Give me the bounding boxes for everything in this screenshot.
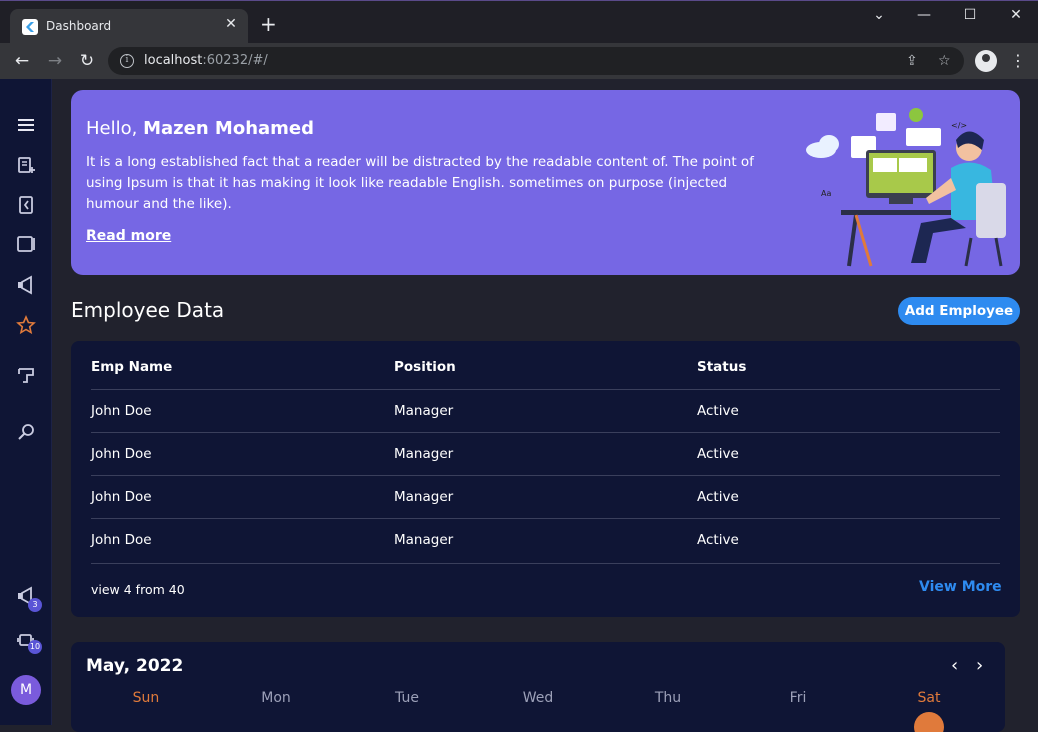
- back-arrow-icon[interactable]: ←: [12, 51, 32, 71]
- selected-day-marker[interactable]: [914, 712, 944, 732]
- star-icon[interactable]: [16, 315, 36, 335]
- next-month-icon[interactable]: ›: [976, 655, 983, 676]
- url-input[interactable]: i localhost:60232/#/ ⇪ ☆: [108, 47, 964, 75]
- profile-avatar-icon[interactable]: [975, 50, 997, 72]
- browser-menu-icon[interactable]: ⋮: [1010, 51, 1026, 70]
- browser-titlebar: Dashboard ✕ + ⌄ — ☐ ✕: [0, 0, 1038, 44]
- view-more-link[interactable]: View More: [919, 579, 1002, 595]
- megaphone-icon[interactable]: [16, 275, 36, 295]
- tab-search-icon[interactable]: ⌄: [856, 7, 902, 23]
- pagination-count: view 4 from 40: [91, 582, 185, 597]
- sidebar: 3 10 M: [0, 79, 52, 725]
- read-more-link[interactable]: Read more: [86, 228, 171, 244]
- cell-name: John Doe: [91, 489, 152, 505]
- cell-name: John Doe: [91, 403, 152, 419]
- close-window-button[interactable]: ✕: [993, 7, 1038, 23]
- cell-status: Active: [697, 403, 739, 419]
- cell-position: Manager: [394, 489, 454, 505]
- address-bar: ← → ↻ i localhost:60232/#/ ⇪ ☆ ⋮: [0, 43, 1038, 79]
- app-root: 3 10 M Hello, Mazen Mohamed It is a long…: [0, 79, 1038, 732]
- device-badge: 10: [28, 640, 42, 654]
- weekday-tue: Tue: [395, 690, 419, 706]
- greeting: Hello, Mazen Mohamed: [86, 118, 314, 139]
- layout-icon[interactable]: [16, 365, 36, 385]
- add-page-icon[interactable]: [16, 155, 36, 175]
- svg-text:</>: </>: [951, 121, 967, 130]
- weekday-fri: Fri: [789, 690, 807, 706]
- calendar: May, 2022 ‹ › Sun Mon Tue Wed Thu Fri Sa…: [71, 642, 1005, 732]
- menu-icon[interactable]: [16, 115, 36, 135]
- url-text: localhost:60232/#/: [144, 53, 268, 68]
- prev-month-icon[interactable]: ‹: [951, 655, 958, 676]
- cell-position: Manager: [394, 403, 454, 419]
- bookmark-star-icon[interactable]: ☆: [938, 53, 951, 69]
- cell-name: John Doe: [91, 446, 152, 462]
- reload-icon[interactable]: ↻: [77, 51, 97, 71]
- greeting-label: Hello,: [86, 118, 138, 139]
- weekday-sat: Sat: [917, 690, 941, 706]
- cell-position: Manager: [394, 446, 454, 462]
- table-row[interactable]: John Doe Manager Active: [91, 432, 1000, 475]
- flutter-icon: [22, 19, 38, 35]
- forward-arrow-icon[interactable]: →: [45, 51, 65, 71]
- book-icon[interactable]: [16, 195, 36, 215]
- cell-status: Active: [697, 532, 739, 548]
- cell-status: Active: [697, 489, 739, 505]
- table-row[interactable]: John Doe Manager Active: [91, 389, 1000, 432]
- weekday-wed: Wed: [522, 690, 554, 706]
- employee-section-title: Employee Data: [71, 298, 225, 322]
- table-row[interactable]: John Doe Manager Active: [91, 475, 1000, 518]
- calendar-month-title: May, 2022: [86, 656, 184, 676]
- new-tab-button[interactable]: +: [260, 14, 277, 34]
- table-row[interactable]: John Doe Manager Active: [91, 518, 1000, 561]
- cell-status: Active: [697, 446, 739, 462]
- tablet-icon[interactable]: [16, 234, 36, 254]
- user-avatar[interactable]: M: [11, 675, 41, 705]
- maximize-button[interactable]: ☐: [947, 7, 993, 23]
- weekday-mon: Mon: [261, 690, 291, 706]
- header-emp-name: Emp Name: [91, 359, 173, 375]
- header-position: Position: [394, 359, 456, 375]
- tab-title: Dashboard: [46, 19, 112, 33]
- browser-tab[interactable]: Dashboard ✕: [10, 9, 248, 44]
- developer-illustration: </> Aa: [806, 108, 1006, 267]
- share-icon[interactable]: ⇪: [906, 53, 918, 69]
- cell-name: John Doe: [91, 532, 152, 548]
- banner-text: It is a long established fact that a rea…: [86, 154, 754, 212]
- close-tab-icon[interactable]: ✕: [222, 16, 240, 32]
- user-name: Mazen Mohamed: [143, 118, 315, 139]
- add-employee-button[interactable]: Add Employee: [898, 297, 1020, 325]
- weekday-thu: Thu: [654, 690, 682, 706]
- notification-badge: 3: [28, 598, 42, 612]
- employee-table: Emp Name Position Status John Doe Manage…: [71, 341, 1020, 617]
- weekday-sun: Sun: [132, 690, 160, 706]
- table-divider: [91, 563, 1000, 564]
- minimize-button[interactable]: —: [901, 7, 947, 23]
- header-status: Status: [697, 359, 747, 375]
- site-info-icon[interactable]: i: [120, 54, 134, 68]
- cell-position: Manager: [394, 532, 454, 548]
- welcome-banner: Hello, Mazen Mohamed It is a long establ…: [71, 90, 1020, 275]
- svg-text:Aa: Aa: [821, 189, 831, 198]
- search-icon[interactable]: [16, 422, 36, 442]
